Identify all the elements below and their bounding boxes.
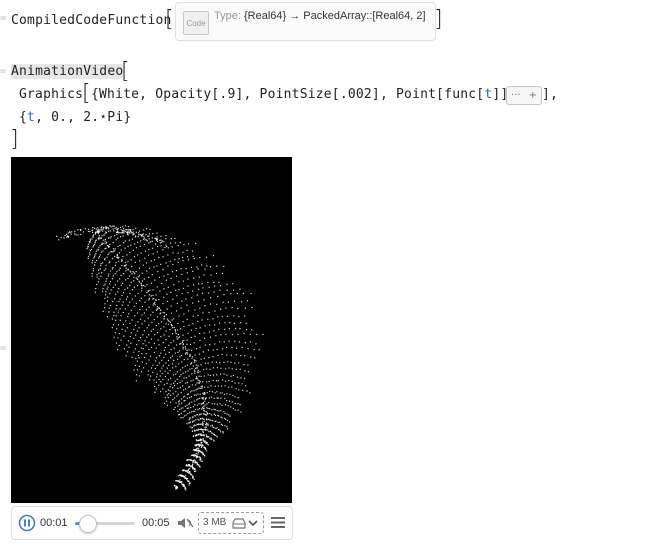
graphics-args-text: {White, Opacity[.9], PointSize[.002], Po… [91, 87, 485, 102]
graphics-open-bracket: [ [82, 81, 91, 106]
type-signature: Type: {Real64} → PackedArray::[Real64, 2… [214, 10, 426, 22]
av-open-bracket: [ [121, 59, 130, 84]
graphics-head: Graphics [19, 87, 84, 102]
elided-options-button[interactable]: ··· + [506, 86, 542, 105]
video-frame[interactable] [11, 157, 292, 503]
compiled-code-function-head: CompiledCodeFunction [11, 13, 172, 28]
input-line-1: AnimationVideo [11, 64, 124, 79]
video-controls: 00:01 00:05 3 MB [11, 506, 293, 540]
iter-var-t: t [27, 110, 36, 125]
animation-video-function[interactable]: AnimationVideo [11, 64, 124, 79]
cell-marker-3[interactable]: = [0, 343, 6, 354]
chevron-down-icon[interactable] [248, 519, 258, 527]
animation-frame-graphic [56, 225, 264, 491]
type-value: {Real64} → PackedArray::[Real64, 2] [243, 10, 426, 22]
close-bracket: ] [434, 7, 443, 32]
mute-icon[interactable] [176, 516, 194, 530]
export-icon[interactable] [232, 517, 246, 529]
compiled-code-summary-box[interactable]: Code Type: {Real64} → PackedArray::[Real… [175, 2, 436, 41]
iter-rest: , 0., 2.⋆Pi} [35, 110, 132, 125]
elide-plus: + [528, 90, 537, 101]
graphics-args: {White, Opacity[.9], PointSize[.002], Po… [91, 87, 524, 102]
code-icon[interactable]: Code [183, 11, 209, 35]
pause-icon[interactable] [18, 514, 36, 532]
graphics-close: ], [542, 87, 559, 102]
export-group[interactable]: 3 MB [198, 512, 264, 534]
end-time: 00:05 [142, 517, 170, 529]
file-size: 3 MB [203, 517, 227, 528]
open-bracket: [ [165, 7, 174, 32]
elide-dots: ··· [511, 90, 521, 101]
cell-marker-2[interactable]: = [0, 66, 6, 77]
type-key: Type: [214, 10, 241, 22]
av-close-bracket: ] [10, 127, 19, 152]
menu-icon[interactable] [271, 516, 285, 529]
cell-marker-1[interactable]: = [0, 13, 6, 24]
current-time: 00:01 [40, 517, 68, 529]
iter-open: { [19, 110, 28, 125]
input-line-2: Graphics [19, 87, 83, 102]
input-line-3: {t, 0., 2.⋆Pi} [19, 110, 131, 125]
seek-handle[interactable] [79, 515, 97, 533]
